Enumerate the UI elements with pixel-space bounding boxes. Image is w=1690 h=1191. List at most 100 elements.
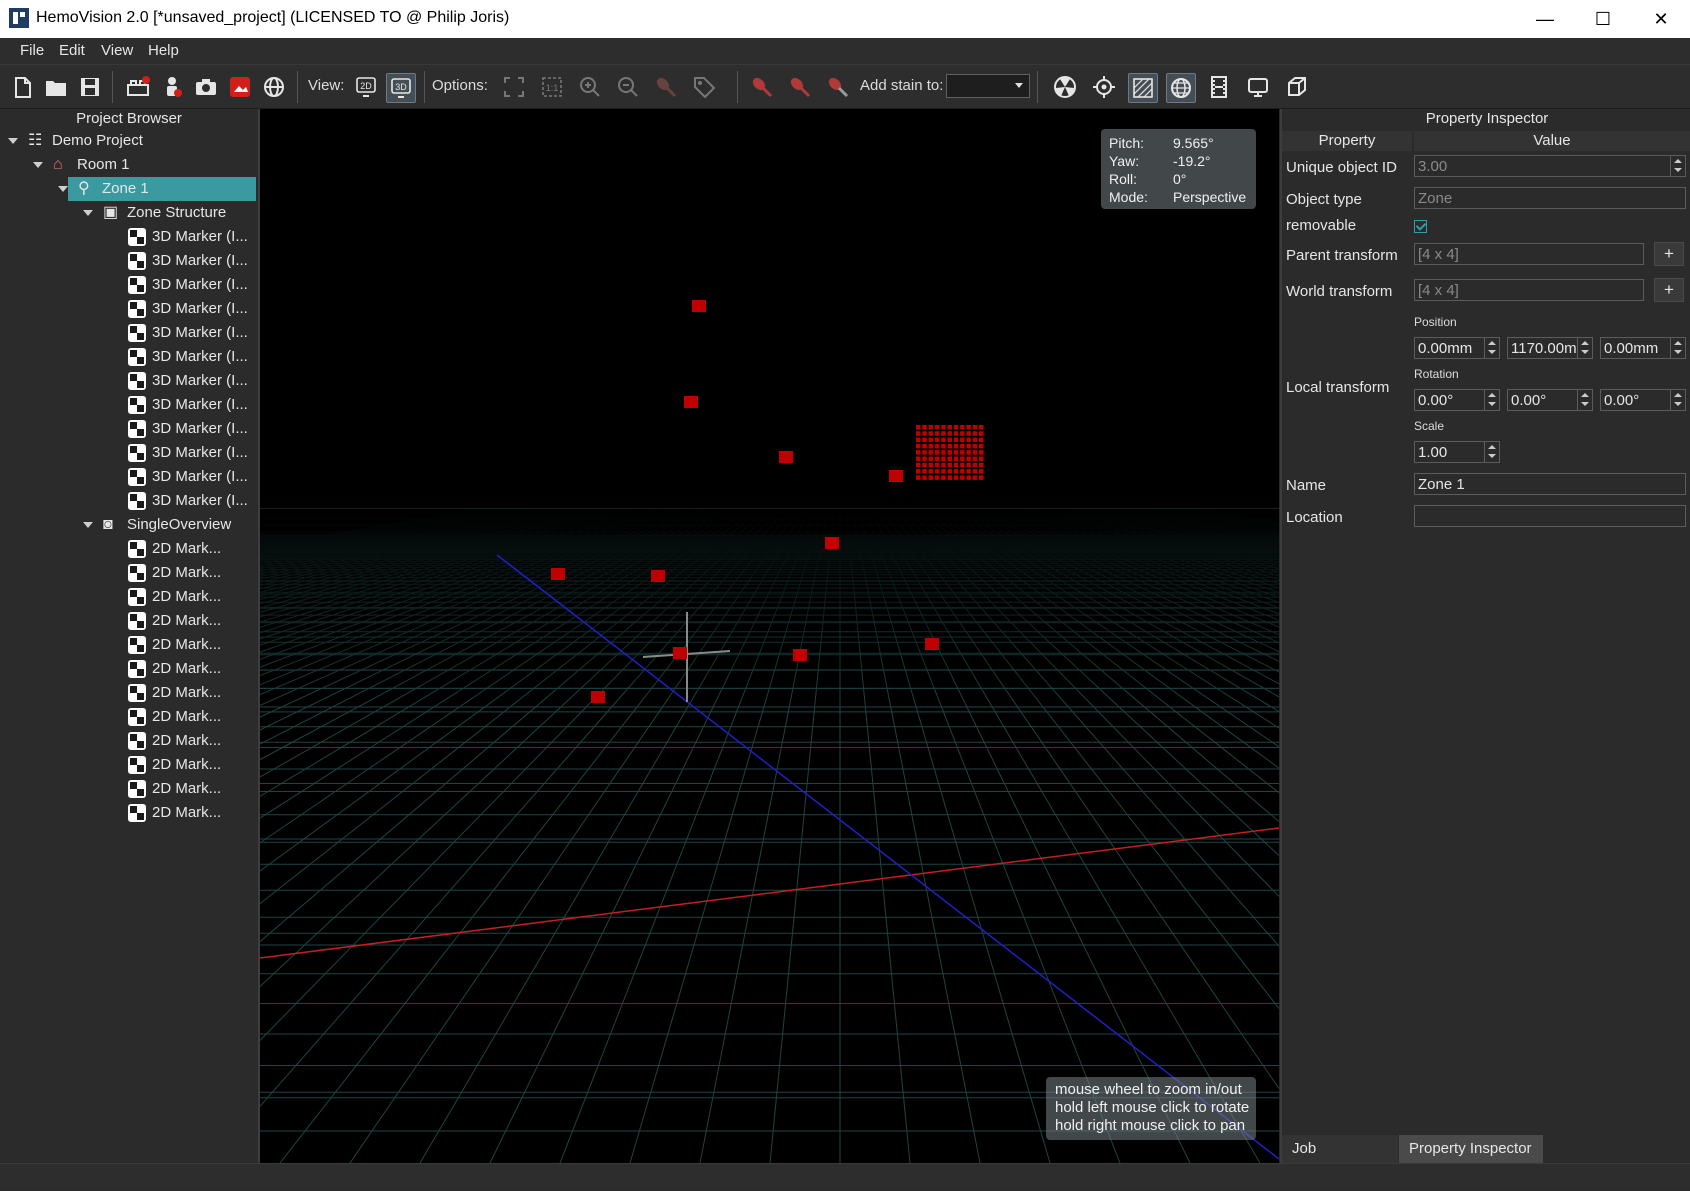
parent-transform-plus-button[interactable]: + bbox=[1654, 242, 1684, 266]
tree-item[interactable]: 3D Marker (I... bbox=[0, 369, 256, 393]
stain-marker[interactable] bbox=[825, 537, 839, 549]
tree-item[interactable]: 2D Mark... bbox=[0, 777, 256, 801]
tree-item[interactable]: 2D Mark... bbox=[0, 633, 256, 657]
stain-marker[interactable] bbox=[925, 638, 939, 650]
tree-item[interactable]: ⌂ Room 1 bbox=[0, 153, 256, 177]
zoom-out-icon[interactable] bbox=[614, 73, 642, 101]
maximize-button[interactable]: ☐ bbox=[1574, 0, 1632, 38]
display-icon[interactable] bbox=[1244, 73, 1272, 101]
tree-item[interactable]: ⚲ Zone 1 bbox=[58, 177, 256, 201]
save-icon[interactable] bbox=[76, 73, 104, 101]
film-strip-icon[interactable] bbox=[1205, 73, 1233, 101]
spinner-icon[interactable] bbox=[1577, 390, 1592, 410]
stain-marker[interactable] bbox=[591, 691, 605, 703]
fit-view-icon[interactable] bbox=[500, 73, 528, 101]
stain-tool-icon[interactable] bbox=[652, 73, 680, 101]
minimize-button[interactable]: — bbox=[1516, 0, 1574, 38]
location-field[interactable] bbox=[1414, 505, 1686, 527]
position-x-field[interactable]: 0.00mm bbox=[1414, 337, 1500, 359]
stain-marker[interactable] bbox=[889, 470, 903, 482]
open-folder-icon[interactable] bbox=[42, 73, 70, 101]
menu-view[interactable]: View bbox=[101, 42, 133, 59]
rotation-y-field[interactable]: 0.00° bbox=[1507, 389, 1593, 411]
tree-item[interactable]: 2D Mark... bbox=[0, 753, 256, 777]
tree-item[interactable]: 2D Mark... bbox=[0, 681, 256, 705]
tree-item[interactable]: 2D Mark... bbox=[0, 609, 256, 633]
tree-item[interactable]: ▣ Zone Structure bbox=[0, 201, 256, 225]
tree-item[interactable]: 2D Mark... bbox=[0, 705, 256, 729]
view-2d-button[interactable]: 2D bbox=[352, 73, 380, 101]
menu-file[interactable]: File bbox=[20, 42, 44, 59]
position-z-field[interactable]: 0.00mm bbox=[1600, 337, 1686, 359]
stain-marker[interactable] bbox=[793, 649, 807, 661]
spinner-icon[interactable] bbox=[1670, 156, 1685, 176]
spinner-icon[interactable] bbox=[1484, 390, 1499, 410]
name-field[interactable]: Zone 1 bbox=[1414, 473, 1686, 495]
stain-b-icon[interactable] bbox=[786, 73, 814, 101]
tree-item[interactable]: 2D Mark... bbox=[0, 657, 256, 681]
world-transform-field[interactable]: [4 x 4] bbox=[1414, 279, 1644, 301]
chevron-down-icon[interactable] bbox=[33, 162, 43, 168]
tree-item[interactable]: 2D Mark... bbox=[0, 585, 256, 609]
stain-marker[interactable] bbox=[692, 300, 706, 312]
rotation-x-field[interactable]: 0.00° bbox=[1414, 389, 1500, 411]
position-y-field[interactable]: 1170.00m bbox=[1507, 337, 1593, 359]
rotation-z-field[interactable]: 0.00° bbox=[1600, 389, 1686, 411]
tree-item[interactable]: 3D Marker (I... bbox=[0, 489, 256, 513]
tree-item[interactable]: 2D Mark... bbox=[0, 729, 256, 753]
spinner-icon[interactable] bbox=[1484, 338, 1499, 358]
object-type-field[interactable]: Zone bbox=[1414, 187, 1686, 209]
tree-item[interactable]: 3D Marker (I... bbox=[0, 321, 256, 345]
view-3d-button[interactable]: 3D bbox=[386, 73, 416, 103]
actual-size-icon[interactable]: 1:1 bbox=[538, 73, 566, 101]
menu-help[interactable]: Help bbox=[148, 42, 179, 59]
tree-item[interactable]: 2D Mark... bbox=[0, 561, 256, 585]
tree-item[interactable]: 3D Marker (I... bbox=[0, 393, 256, 417]
stain-c-icon[interactable] bbox=[824, 73, 852, 101]
stain-marker[interactable] bbox=[779, 451, 793, 463]
tab-property-inspector[interactable]: Property Inspector bbox=[1399, 1135, 1543, 1163]
tree-item[interactable]: 3D Marker (I... bbox=[0, 345, 256, 369]
new-file-icon[interactable] bbox=[8, 73, 36, 101]
close-button[interactable]: ✕ bbox=[1632, 0, 1690, 38]
tree-item[interactable]: 2D Mark... bbox=[0, 801, 256, 825]
tree-item[interactable]: ☷ Demo Project bbox=[0, 129, 256, 153]
radiation-tool-icon[interactable] bbox=[1051, 73, 1079, 101]
chevron-down-icon[interactable] bbox=[58, 186, 68, 192]
tree-item[interactable]: 3D Marker (I... bbox=[0, 465, 256, 489]
tag-icon[interactable] bbox=[690, 73, 718, 101]
scale-field[interactable]: 1.00 bbox=[1414, 441, 1500, 463]
stain-a-icon[interactable] bbox=[748, 73, 776, 101]
stain-marker[interactable] bbox=[551, 568, 565, 580]
chevron-down-icon[interactable] bbox=[83, 210, 93, 216]
add-zone-icon[interactable] bbox=[158, 73, 186, 101]
tree-item[interactable]: 3D Marker (I... bbox=[0, 441, 256, 465]
tree-item[interactable]: 3D Marker (I... bbox=[0, 273, 256, 297]
globe-icon[interactable] bbox=[260, 73, 288, 101]
target-icon[interactable] bbox=[1090, 73, 1118, 101]
stain-marker[interactable] bbox=[651, 570, 665, 582]
sphere-view-icon[interactable] bbox=[1166, 73, 1196, 103]
tree-item[interactable]: 3D Marker (I... bbox=[0, 249, 256, 273]
add-stain-select[interactable] bbox=[946, 74, 1030, 98]
3d-viewport[interactable] bbox=[260, 109, 1279, 1163]
spinner-icon[interactable] bbox=[1484, 442, 1499, 462]
add-room-icon[interactable] bbox=[124, 73, 152, 101]
world-transform-plus-button[interactable]: + bbox=[1654, 278, 1684, 302]
perspective-cube-icon[interactable] bbox=[1283, 73, 1311, 101]
spinner-icon[interactable] bbox=[1670, 390, 1685, 410]
stain-marker[interactable] bbox=[684, 396, 698, 408]
chevron-down-icon[interactable] bbox=[8, 138, 18, 144]
zoom-in-icon[interactable] bbox=[576, 73, 604, 101]
tree-item[interactable]: 2D Mark... bbox=[0, 537, 256, 561]
tree-item[interactable]: 3D Marker (I... bbox=[0, 417, 256, 441]
spinner-icon[interactable] bbox=[1577, 338, 1592, 358]
parent-transform-field[interactable]: [4 x 4] bbox=[1414, 243, 1644, 265]
tree-item[interactable]: 3D Marker (I... bbox=[0, 225, 256, 249]
unique-id-field[interactable]: 3.00 bbox=[1414, 155, 1686, 177]
grid-toggle-icon[interactable] bbox=[1128, 73, 1158, 103]
tree-item[interactable]: 3D Marker (I... bbox=[0, 297, 256, 321]
spinner-icon[interactable] bbox=[1670, 338, 1685, 358]
add-image-icon[interactable] bbox=[226, 73, 254, 101]
tree-item[interactable]: ◙ SingleOverview bbox=[0, 513, 256, 537]
